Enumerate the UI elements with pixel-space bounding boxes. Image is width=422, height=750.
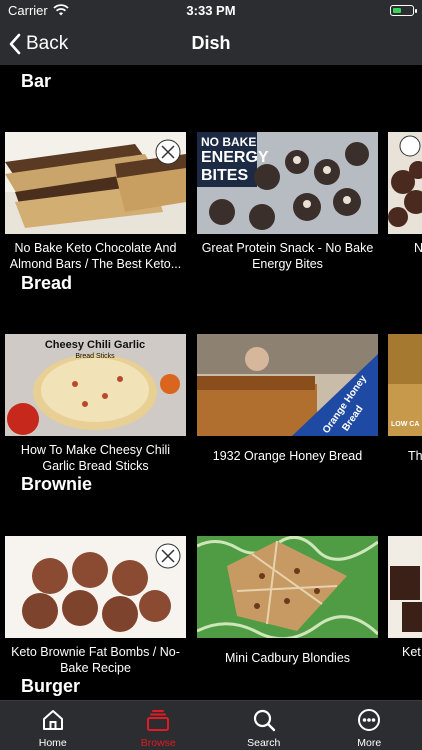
tab-search[interactable]: Search xyxy=(211,701,317,750)
dish-browse-list[interactable]: Bar No Bake Keto Chocolate And Almond Ba… xyxy=(0,65,422,700)
recipe-title: Keto Brownie Fat Bombs / No-Bake Recipe xyxy=(11,645,180,675)
status-time: 3:33 PM xyxy=(186,3,236,18)
recipe-thumbnail: Cheesy Chili Garlic Bread Sticks xyxy=(5,334,186,436)
recipe-card[interactable]: Cheesy Chili Garlic Bread Sticks How To … xyxy=(5,334,186,474)
status-bar: Carrier 3:33 PM xyxy=(0,0,422,22)
section-title-bread: Bread xyxy=(21,273,73,293)
tab-bar: Home Browse Search More xyxy=(0,700,422,750)
search-icon xyxy=(253,709,275,732)
recipe-thumbnail xyxy=(388,536,422,638)
recipe-title: N xyxy=(414,241,422,255)
svg-text:NO BAKE: NO BAKE xyxy=(201,135,256,149)
recipe-thumbnail: NO BAKE ENERGY BITES xyxy=(197,132,378,234)
tab-home[interactable]: Home xyxy=(0,701,106,750)
recipe-title: Mini Cadbury Blondies xyxy=(224,651,351,665)
recipe-thumbnail xyxy=(197,536,378,638)
recipe-thumbnail xyxy=(388,132,422,234)
svg-text:LOW CA: LOW CA xyxy=(391,421,419,428)
section-title-bar: Bar xyxy=(21,71,52,91)
recipe-thumbnail: Orange Honey Bread xyxy=(197,334,378,436)
svg-text:ENERGY: ENERGY xyxy=(201,149,269,166)
tab-label: Search xyxy=(247,737,281,749)
tab-label: More xyxy=(357,737,382,749)
tab-label: Browse xyxy=(140,737,176,749)
tab-browse[interactable]: Browse xyxy=(106,701,212,750)
recipe-thumbnail xyxy=(5,536,186,638)
recipe-thumbnail xyxy=(5,132,186,234)
recipe-card[interactable]: NO BAKE ENERGY BITES Great Protein Snack… xyxy=(197,132,378,272)
battery-icon xyxy=(390,5,417,16)
recipe-card[interactable]: Orange Honey Bread 1932 Orange Honey Bre… xyxy=(197,334,378,464)
recipe-title: Ket xyxy=(402,645,421,659)
recipe-card[interactable]: No Bake Keto Chocolate And Almond Bars /… xyxy=(5,132,186,272)
recipe-card[interactable]: Ket xyxy=(388,536,422,660)
recipe-thumbnail: LOW CA xyxy=(388,334,422,436)
thumbnail-caption: Cheesy Chili Garlic xyxy=(45,339,145,351)
more-icon xyxy=(358,709,381,731)
home-icon xyxy=(42,710,63,730)
recipe-title: How To Make Cheesy Chili Garlic Bread St… xyxy=(20,443,171,473)
recipe-card[interactable]: Keto Brownie Fat Bombs / No-Bake Recipe xyxy=(5,536,186,676)
recipe-title: Great Protein Snack - No Bake Energy Bit… xyxy=(201,241,374,271)
tab-label: Home xyxy=(38,737,67,749)
page-title: Dish xyxy=(191,33,231,53)
recipe-title: No Bake Keto Chocolate And Almond Bars /… xyxy=(9,241,182,271)
navigation-bar: Back Dish xyxy=(0,22,422,65)
recipe-card[interactable]: N xyxy=(388,132,422,256)
browse-icon xyxy=(147,710,170,731)
recipe-card[interactable]: Mini Cadbury Blondies xyxy=(197,536,378,666)
svg-text:Bread Sticks: Bread Sticks xyxy=(75,353,115,360)
section-title-burger: Burger xyxy=(21,676,81,696)
recipe-title: 1932 Orange Honey Bread xyxy=(212,449,363,463)
section-title-brownie: Brownie xyxy=(21,474,93,494)
recipe-card[interactable]: LOW CA Th xyxy=(388,334,422,464)
svg-text:BITES: BITES xyxy=(201,167,248,184)
recipe-title: Th xyxy=(408,449,422,463)
tab-more[interactable]: More xyxy=(317,701,422,750)
